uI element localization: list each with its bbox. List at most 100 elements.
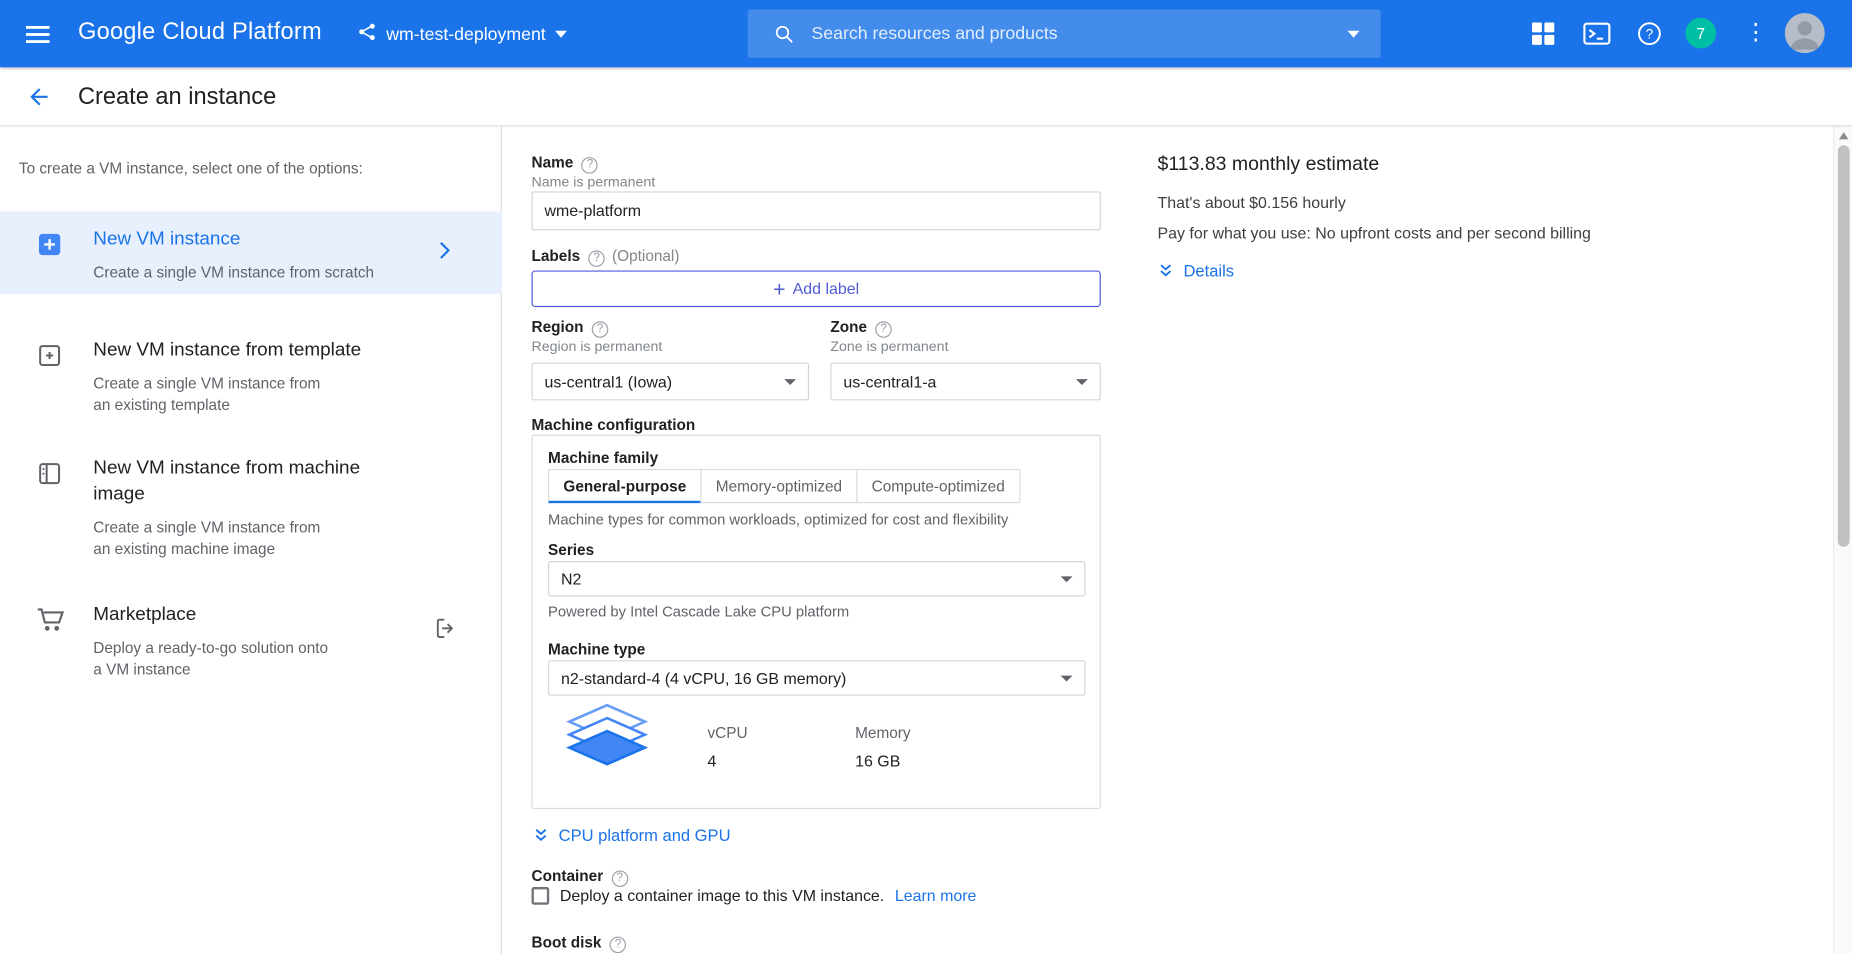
project-name: wm-test-deployment [386,24,546,44]
machine-family-description: Machine types for common workloads, opti… [548,511,1091,528]
boot-disk-label: Boot disk [532,933,602,951]
tab-memory-optimized[interactable]: Memory-optimized [700,469,857,503]
memory-label: Memory [855,724,910,742]
region-select[interactable]: us-central1 (Iowa) [532,363,810,401]
console-grid-icon[interactable] [1531,21,1556,46]
external-link-icon [433,615,459,647]
series-value: N2 [561,570,1051,588]
deploy-container-checkbox[interactable] [532,887,550,905]
plus-icon [773,278,785,299]
machine-family-tabs: General-purpose Memory-optimized Compute… [548,469,1020,503]
vm-template-icon [35,341,66,431]
search-dropdown-icon[interactable] [1348,30,1360,37]
zone-label: Zone [830,318,867,336]
sidebar-option-new-vm-instance[interactable]: New VM instance Create a single VM insta… [0,211,502,294]
machine-family-label: Machine family [548,449,658,467]
sidebar-option-vm-from-template[interactable]: New VM instance from template Create a s… [0,322,502,431]
chevron-down-icon [1061,675,1073,681]
details-link-label: Details [1183,261,1234,280]
chevron-right-icon [431,237,457,269]
option-title: New VM instance [93,227,374,253]
machine-type-value: n2-standard-4 (4 vCPU, 16 GB memory) [561,669,1051,687]
cloud-shell-icon[interactable] [1583,22,1611,44]
option-description: Deploy a ready-to-go solution onto a VM … [93,638,336,681]
machine-type-label: Machine type [548,640,645,658]
monthly-estimate: $113.83 monthly estimate [1157,154,1379,176]
gcp-console-window: Google Cloud Platform wm-test-deployment… [0,0,1852,954]
cpu-platform-gpu-expander[interactable]: CPU platform and GPU [533,826,731,845]
name-help-icon[interactable] [582,156,599,173]
top-navigation-bar: Google Cloud Platform wm-test-deployment… [0,0,1852,67]
more-options-icon[interactable] [1745,18,1764,49]
avatar[interactable] [1785,13,1825,53]
zone-value: us-central1-a [843,373,1066,391]
memory-value: 16 GB [855,752,900,770]
option-title: New VM instance from machine image [93,456,379,508]
search-input[interactable] [811,24,1347,44]
region-help-icon[interactable] [592,321,609,338]
tab-general-purpose[interactable]: General-purpose [548,469,702,503]
container-help-icon[interactable] [611,870,628,887]
gcp-logo[interactable]: Google Cloud Platform [78,19,322,46]
chevron-down-icon [1076,379,1088,385]
machine-configuration-card: Machine family General-purpose Memory-op… [532,435,1101,809]
option-title: New VM instance from template [93,338,361,364]
help-icon[interactable]: ? [1637,21,1662,46]
add-label-button[interactable]: Add label [532,270,1101,307]
series-label: Series [548,541,594,559]
new-vm-icon [35,230,66,294]
estimate-details-expander[interactable]: Details [1157,261,1234,280]
instance-form: Name Name is permanent Labels(Optional) … [503,126,1833,954]
creation-options-sidebar: To create a VM instance, select one of t… [0,126,502,954]
global-search[interactable] [748,9,1381,57]
expand-double-chevron-icon [533,827,550,844]
page-title: Create an instance [78,84,276,111]
option-description: Create a single VM instance from an exis… [93,517,336,560]
notification-count: 7 [1697,24,1706,42]
container-label: Container [532,867,604,885]
name-label: Name [532,154,574,172]
zone-select[interactable]: us-central1-a [830,363,1100,401]
name-input[interactable] [532,191,1101,230]
svg-text:?: ? [1646,27,1654,42]
menu-icon[interactable] [24,20,52,48]
region-label: Region [532,318,584,336]
search-icon [774,23,795,44]
back-arrow-icon[interactable] [26,84,52,116]
labels-help-icon[interactable] [588,250,605,267]
series-select[interactable]: N2 [548,561,1085,596]
sidebar-option-marketplace[interactable]: Marketplace Deploy a ready-to-go solutio… [0,587,502,696]
region-value: us-central1 (Iowa) [544,373,774,391]
expand-double-chevron-icon [1157,262,1174,279]
chevron-down-icon [555,31,567,38]
billing-note: Pay for what you use: No upfront costs a… [1157,224,1590,242]
cpu-platform-gpu-label: CPU platform and GPU [559,826,731,845]
notifications-badge[interactable]: 7 [1685,18,1716,49]
deploy-container-text: Deploy a container image to this VM inst… [560,887,884,905]
sidebar-intro-text: To create a VM instance, select one of t… [19,159,421,177]
name-permanent-note: Name is permanent [532,174,656,191]
zone-help-icon[interactable] [875,321,892,338]
sidebar-option-vm-from-machine-image[interactable]: New VM instance from machine image Creat… [0,441,502,578]
tab-compute-optimized[interactable]: Compute-optimized [856,469,1020,503]
chevron-down-icon [784,379,796,385]
hourly-estimate: That's about $0.156 hourly [1157,194,1345,212]
vertical-scrollbar[interactable] [1833,126,1852,954]
project-selector[interactable]: wm-test-deployment [358,17,567,52]
machine-layers-icon [562,703,652,782]
option-description: Create a single VM instance from scratch [93,262,374,283]
boot-disk-help-icon[interactable] [610,936,627,953]
container-learn-more-link[interactable]: Learn more [895,887,977,905]
option-title: Marketplace [93,602,336,628]
scroll-up-arrow[interactable] [1839,132,1848,139]
chevron-down-icon [1061,576,1073,582]
labels-label: Labels [532,247,581,265]
machine-type-select[interactable]: n2-standard-4 (4 vCPU, 16 GB memory) [548,660,1085,695]
machine-image-icon [35,459,66,577]
vcpu-label: vCPU [707,724,747,742]
add-label-button-text: Add label [793,280,859,298]
vcpu-value: 4 [707,752,716,770]
machine-configuration-title: Machine configuration [532,416,696,434]
scrollbar-thumb[interactable] [1838,145,1850,547]
region-permanent-note: Region is permanent [532,338,663,355]
